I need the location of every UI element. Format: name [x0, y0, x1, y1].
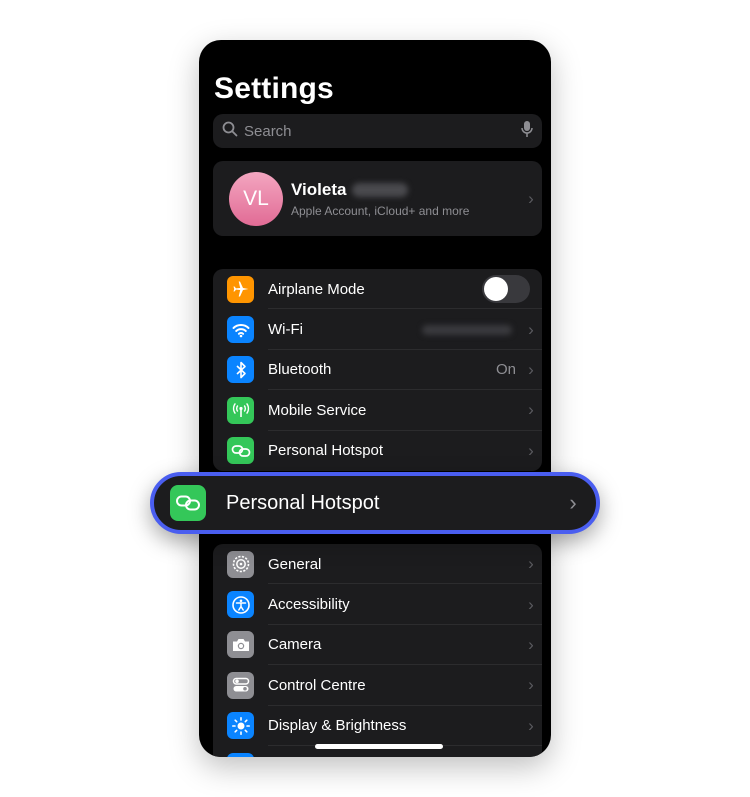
row-control-centre[interactable]: Control Centre › — [213, 665, 542, 706]
switches-icon — [227, 671, 254, 699]
row-label: General — [268, 555, 322, 573]
row-label: Wi-Fi — [268, 321, 303, 339]
gear-icon — [227, 550, 254, 578]
search-icon — [222, 121, 238, 142]
sun-icon — [227, 712, 254, 740]
row-label: Bluetooth — [268, 361, 332, 379]
chevron-right-icon: › — [528, 594, 534, 614]
account-subtitle: Apple Account, iCloud+ and more — [291, 203, 470, 218]
account-name: Violeta — [291, 179, 347, 199]
row-label: Airplane Mode — [268, 280, 365, 298]
highlighted-personal-hotspot[interactable]: Personal Hotspot › — [150, 472, 600, 534]
avatar: VL — [229, 171, 283, 226]
chevron-right-icon: › — [569, 490, 577, 515]
row-label: Mobile Service — [268, 401, 367, 419]
wifi-network-blurred — [422, 324, 512, 335]
chevron-right-icon: › — [528, 319, 534, 339]
row-bluetooth[interactable]: Bluetooth On › — [213, 350, 542, 391]
row-airplane-mode[interactable]: Airplane Mode — [213, 269, 542, 310]
general-group: General › Accessibility › Camera › Contr… — [213, 544, 542, 757]
wifi-icon — [227, 316, 254, 344]
row-wifi[interactable]: Wi-Fi › — [213, 309, 542, 350]
row-camera[interactable]: Camera › — [213, 625, 542, 666]
chevron-right-icon: › — [528, 715, 534, 735]
row-general[interactable]: General › — [213, 544, 542, 585]
bluetooth-status: On — [495, 361, 516, 379]
chevron-right-icon: › — [528, 554, 534, 574]
link-icon — [170, 485, 206, 521]
phone-screen: Settings Search VL Violeta Apple Account… — [199, 40, 551, 757]
account-row[interactable]: VL Violeta Apple Account, iCloud+ and mo… — [213, 161, 542, 236]
highlight-label: Personal Hotspot — [226, 491, 380, 514]
search-placeholder: Search — [244, 122, 292, 140]
airplane-icon — [227, 275, 254, 303]
chevron-right-icon: › — [528, 440, 534, 460]
row-label: Camera — [268, 636, 322, 654]
airplane-mode-toggle[interactable] — [482, 275, 530, 304]
row-display-brightness[interactable]: Display & Brightness › — [213, 706, 542, 746]
chevron-right-icon: › — [528, 675, 534, 695]
chevron-right-icon: › — [528, 634, 534, 654]
row-label: Display & Brightness — [268, 717, 407, 735]
connectivity-group: Airplane Mode Wi-Fi › Bluetooth On › Mob… — [213, 269, 542, 471]
chevron-right-icon: › — [528, 400, 534, 420]
blurred-surname — [352, 182, 409, 197]
row-personal-hotspot[interactable]: Personal Hotspot › — [213, 431, 542, 471]
row-label: Control Centre — [268, 676, 366, 694]
partial-blue-icon — [227, 752, 254, 757]
camera-icon — [227, 631, 254, 659]
search-bar[interactable]: Search — [213, 114, 542, 148]
bluetooth-icon — [227, 356, 254, 384]
antenna-icon — [227, 396, 254, 424]
accessibility-icon — [227, 591, 254, 619]
row-accessibility[interactable]: Accessibility › — [213, 584, 542, 625]
link-icon — [227, 437, 254, 465]
microphone-icon[interactable] — [521, 120, 533, 143]
chevron-right-icon: › — [528, 359, 534, 379]
home-indicator — [315, 744, 443, 749]
row-label: Personal Hotspot — [268, 442, 384, 460]
row-mobile-service[interactable]: Mobile Service › — [213, 390, 542, 431]
page-title: Settings — [214, 72, 334, 105]
chevron-right-icon: › — [528, 188, 534, 208]
row-label: Accessibility — [268, 596, 350, 614]
